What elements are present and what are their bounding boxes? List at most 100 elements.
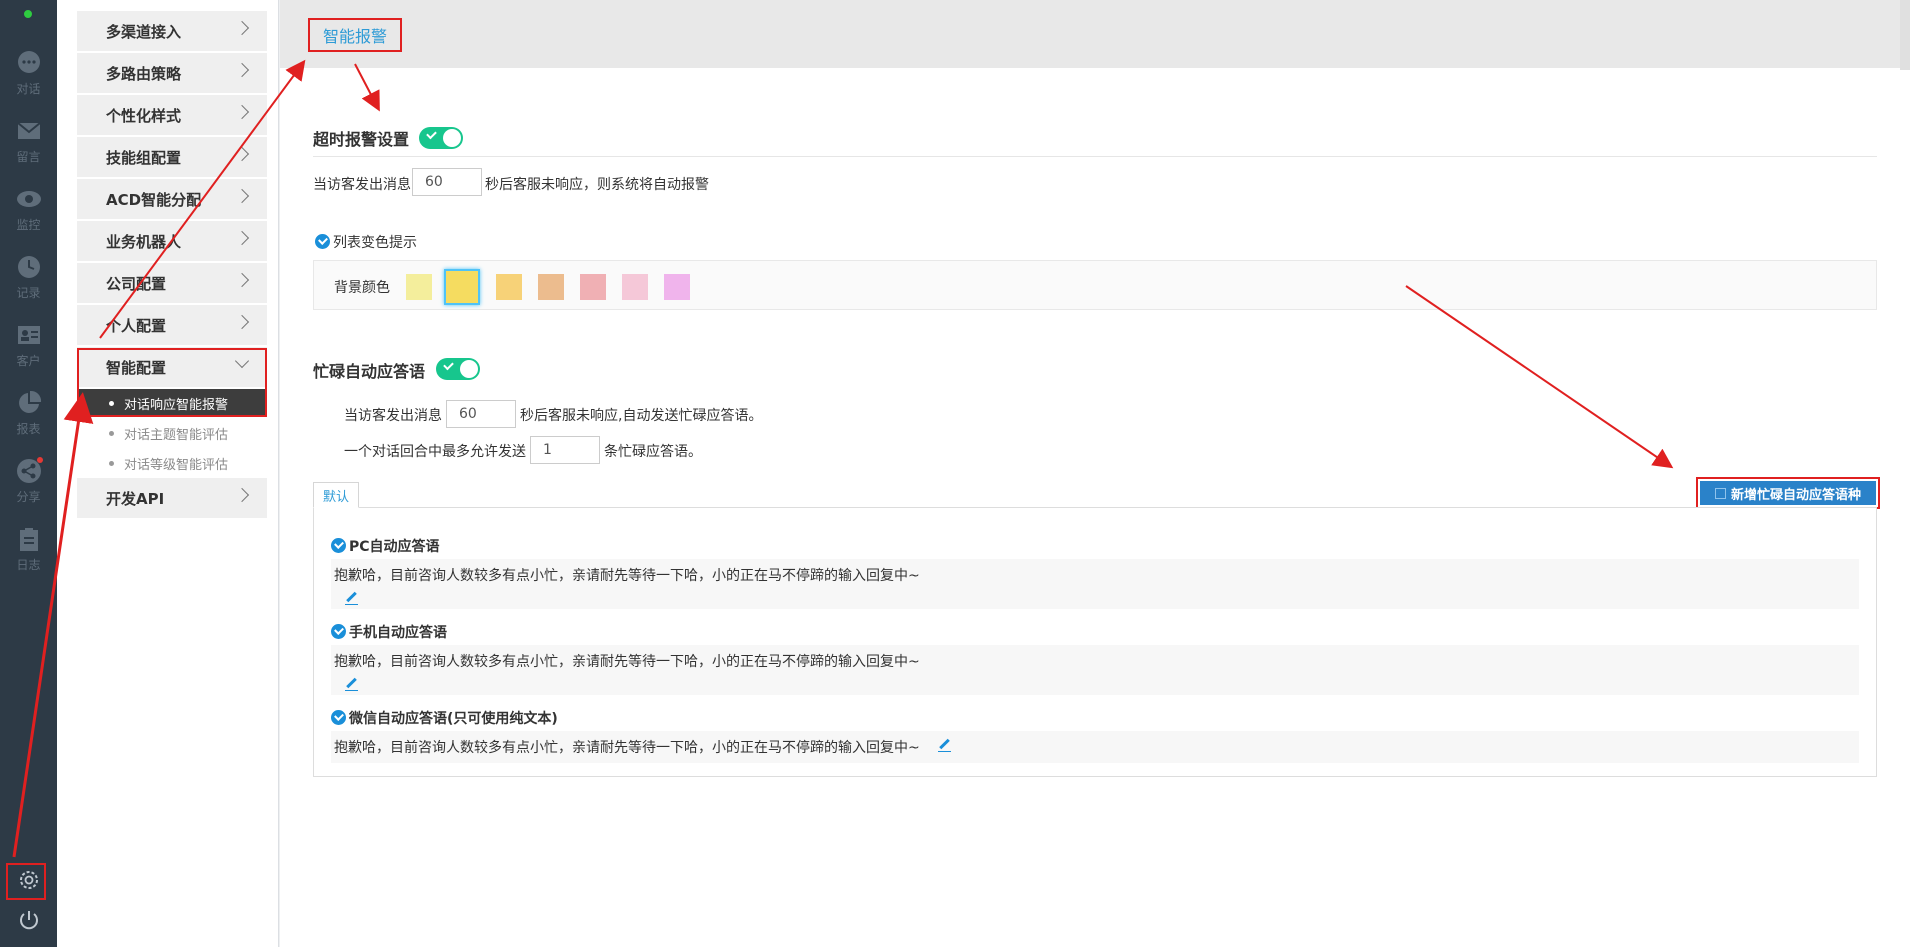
rail-item-customers[interactable]: 客户 [0, 322, 57, 369]
tab-default[interactable]: 默认 [313, 482, 359, 508]
check-circle-icon [331, 624, 346, 639]
rail-item-records[interactable]: 记录 [0, 254, 57, 301]
page-header: 智能报警 [280, 0, 1910, 68]
chevron-right-icon [234, 188, 250, 204]
smart-config-highlight-box [77, 348, 267, 417]
chevron-right-icon [234, 314, 250, 330]
list-color-option[interactable]: 列表变色提示 [315, 232, 417, 252]
color-swatch[interactable] [538, 274, 564, 300]
rail-label: 记录 [16, 286, 41, 300]
timeout-prefix-text: 当访客发出消息 [313, 177, 411, 193]
timeout-alarm-title: 超时报警设置 [313, 130, 410, 149]
color-swatch[interactable] [406, 274, 432, 300]
scrollbar[interactable] [1900, 0, 1910, 70]
rail-item-share[interactable]: 分享 [0, 458, 57, 505]
menu-item-skill-groups[interactable]: 技能组配置 [77, 137, 267, 177]
online-status-icon [22, 8, 34, 20]
rail-label: 客户 [16, 354, 41, 368]
bullet-icon [109, 461, 114, 466]
menu-item-label: ACD智能分配 [106, 190, 202, 209]
mobile-reply-label: 手机自动应答语 [331, 622, 447, 642]
menu-item-routing[interactable]: 多路由策略 [77, 53, 267, 93]
menu-item-robot[interactable]: 业务机器人 [77, 221, 267, 261]
logout-button[interactable] [0, 908, 57, 936]
submenu-item-level-eval[interactable]: 对话等级智能评估 [79, 449, 265, 477]
submenu-item-topic-eval[interactable]: 对话主题智能评估 [79, 419, 265, 447]
menu-item-label: 开发API [106, 489, 165, 508]
busy-count-input[interactable] [530, 436, 600, 464]
rail-label: 分享 [16, 490, 41, 504]
timeout-suffix-text: 秒后客服未响应，则系统将自动报警 [485, 177, 709, 193]
submenu-label: 对话主题智能评估 [124, 427, 229, 443]
chevron-right-icon [234, 20, 250, 36]
busy-reply-title: 忙碌自动应答语 [313, 362, 426, 381]
wechat-reply-box: 抱歉哈，目前咨询人数较多有点小忙，亲请耐先等待一下哈，小的正在马不停蹄的输入回复… [331, 731, 1859, 763]
chevron-right-icon [234, 104, 250, 120]
menu-item-dev-api[interactable]: 开发API [77, 478, 267, 518]
rail-item-chat[interactable]: 对话 [0, 50, 57, 97]
menu-item-personal[interactable]: 个人配置 [77, 305, 267, 345]
chevron-right-icon [234, 272, 250, 288]
menu-item-label: 个性化样式 [106, 106, 182, 125]
wechat-reply-label: 微信自动应答语(只可使用纯文本) [331, 708, 558, 728]
busy-line1-prefix: 当访客发出消息 [344, 408, 442, 424]
plus-icon [1714, 487, 1726, 499]
icon-rail: 对话 留言 监控 记录 客户 报表 分享 日志 [0, 0, 57, 947]
mobile-reply-box: 抱歉哈，目前咨询人数较多有点小忙，亲请耐先等待一下哈，小的正在马不停蹄的输入回复… [331, 645, 1859, 695]
edit-icon[interactable] [345, 591, 359, 605]
mobile-reply-text: 抱歉哈，目前咨询人数较多有点小忙，亲请耐先等待一下哈，小的正在马不停蹄的输入回复… [334, 654, 920, 670]
clock-icon [17, 256, 40, 278]
busy-line1-suffix: 秒后客服未响应,自动发送忙碌应答语。 [520, 408, 763, 424]
chat-icon [17, 51, 40, 73]
check-icon [426, 128, 437, 140]
pc-reply-box: 抱歉哈，目前咨询人数较多有点小忙，亲请耐先等待一下哈，小的正在马不停蹄的输入回复… [331, 559, 1859, 609]
rail-item-logs[interactable]: 日志 [0, 526, 57, 573]
menu-item-label: 多路由策略 [106, 64, 182, 83]
menu-item-label: 技能组配置 [106, 148, 182, 167]
page-title: 智能报警 [308, 18, 402, 52]
color-swatch[interactable] [580, 274, 606, 300]
menu-item-label: 业务机器人 [106, 232, 182, 251]
rail-item-monitor[interactable]: 监控 [0, 186, 57, 233]
busy-seconds-input[interactable] [446, 400, 516, 428]
rail-item-message[interactable]: 留言 [0, 118, 57, 165]
check-icon [443, 359, 454, 371]
add-busy-reply-language-button[interactable]: 新增忙碌自动应答语种 [1696, 477, 1880, 509]
color-swatch[interactable] [664, 274, 690, 300]
edit-icon[interactable] [938, 738, 952, 752]
submenu-label: 对话等级智能评估 [124, 457, 229, 473]
edit-icon[interactable] [345, 677, 359, 691]
chevron-right-icon [234, 62, 250, 78]
menu-item-style[interactable]: 个性化样式 [77, 95, 267, 135]
color-swatch-selected[interactable] [444, 269, 480, 305]
timeout-seconds-input[interactable] [412, 168, 482, 196]
pc-reply-label: PC自动应答语 [331, 536, 440, 556]
chevron-right-icon [234, 230, 250, 246]
timeout-alarm-toggle[interactable] [419, 127, 463, 149]
check-circle-icon [331, 710, 346, 725]
share-notification-badge [37, 457, 43, 463]
busy-line2-suffix: 条忙碌应答语。 [604, 444, 702, 460]
eye-icon [16, 191, 41, 207]
busy-line2-prefix: 一个对话回合中最多允许发送 [344, 444, 526, 460]
contact-card-icon [17, 326, 40, 344]
color-swatch[interactable] [496, 274, 522, 300]
check-circle-icon [315, 234, 330, 249]
rail-label: 监控 [16, 218, 41, 232]
list-color-label: 列表变色提示 [333, 235, 417, 251]
pie-chart-icon [18, 390, 41, 413]
busy-reply-toggle[interactable] [436, 358, 480, 380]
menu-item-acd[interactable]: ACD智能分配 [77, 179, 267, 219]
bg-color-row: 背景颜色 [313, 260, 1877, 310]
chevron-right-icon [234, 146, 250, 162]
add-button-label: 新增忙碌自动应答语种 [1730, 487, 1861, 503]
chevron-right-icon [234, 487, 250, 503]
color-swatch[interactable] [622, 274, 648, 300]
rail-label: 报表 [16, 422, 41, 436]
rail-label: 对话 [16, 82, 41, 96]
rail-item-reports[interactable]: 报表 [0, 390, 57, 437]
menu-item-company[interactable]: 公司配置 [77, 263, 267, 303]
menu-item-multichannel[interactable]: 多渠道接入 [77, 11, 267, 51]
power-icon [19, 911, 38, 930]
clipboard-icon [19, 528, 38, 551]
